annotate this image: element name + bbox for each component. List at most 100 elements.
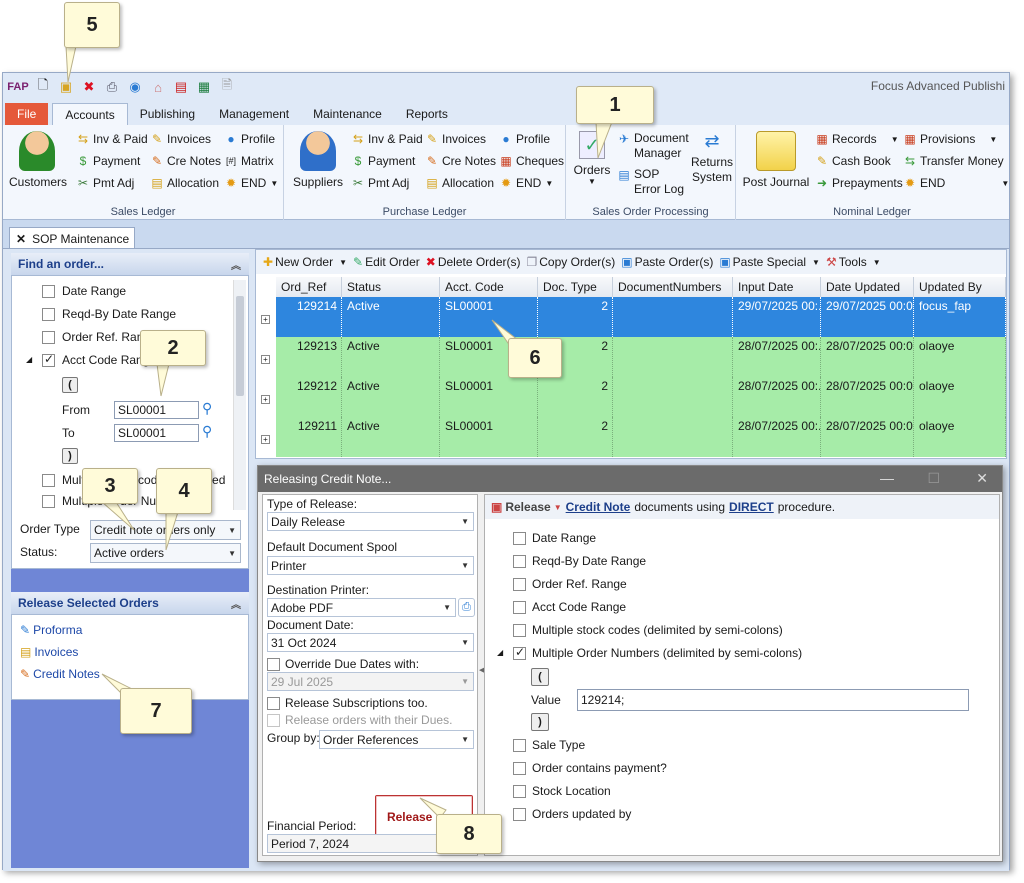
provisions-button[interactable]: ▦ Provisions ▼	[902, 131, 997, 147]
paste-orders-button[interactable]: ▣ Paste Order(s)	[618, 255, 716, 269]
edit-order-button[interactable]: ✎ Edit Order	[350, 255, 423, 269]
col-date-updated[interactable]: Date Updated	[821, 277, 914, 297]
note-icon[interactable]: 🗎	[217, 77, 237, 97]
transfer-money-button[interactable]: ⇆ Transfer Money	[902, 153, 1004, 169]
sl-matrix-button[interactable]: [#] Matrix	[223, 153, 274, 169]
sl-profile-button[interactable]: ● Profile	[223, 131, 275, 147]
destination-printer-select[interactable]: Adobe PDF ▼	[267, 598, 456, 617]
sl-invoices-button[interactable]: ✎ Invoices	[149, 131, 211, 147]
tab-publishing[interactable]: Publishing	[128, 103, 207, 125]
open-paren-button[interactable]: (	[531, 668, 549, 686]
pl-allocation-button[interactable]: ▤ Allocation	[424, 175, 494, 191]
checkbox[interactable]	[513, 554, 526, 568]
expand-arrow-icon[interactable]: ◢	[26, 355, 32, 364]
pl-pmt-adj-button[interactable]: ✂ Pmt Adj	[350, 175, 409, 191]
sl-inv-paid-button[interactable]: ⇆ Inv & Paid	[75, 131, 148, 147]
checkbox[interactable]	[42, 284, 55, 298]
checkbox[interactable]	[513, 807, 526, 821]
col-acct-code[interactable]: Acct. Code	[440, 277, 538, 297]
returns-system-button[interactable]: ⇄ Returns System	[690, 131, 734, 185]
new-doc-icon[interactable]: 🗋	[33, 77, 53, 97]
sl-payment-button[interactable]: $ Payment	[75, 153, 141, 169]
criteria-acct-code[interactable]: Acct Code Range	[513, 600, 626, 614]
proforma-link[interactable]: ✎ Proforma	[20, 623, 82, 637]
col-input-date[interactable]: Input Date	[733, 277, 821, 297]
sl-pmt-adj-button[interactable]: ✂ Pmt Adj	[75, 175, 134, 191]
criteria-sale-type[interactable]: Sale Type	[513, 738, 585, 752]
checkbox[interactable]	[42, 330, 55, 344]
release-subscriptions-checkbox[interactable]: Release Subscriptions too.	[267, 696, 428, 710]
document-manager-button[interactable]: ✈ Document Manager	[616, 131, 690, 161]
tab-management[interactable]: Management	[207, 103, 301, 125]
printer-settings-icon[interactable]: ⎙	[458, 598, 475, 617]
col-document-numbers[interactable]: DocumentNumbers	[613, 277, 733, 297]
filter-acct-code[interactable]: Acct Code Range	[42, 352, 156, 367]
document-spool-select[interactable]: Printer ▼	[267, 556, 474, 575]
from-search-icon[interactable]: ⚲	[202, 400, 212, 417]
tab-reports[interactable]: Reports	[394, 103, 460, 125]
tab-accounts[interactable]: Accounts	[52, 103, 128, 125]
criteria-updated-by[interactable]: Orders updated by	[513, 807, 631, 821]
pdf-icon[interactable]: ▤	[171, 77, 191, 97]
checkbox[interactable]	[513, 761, 526, 775]
from-input[interactable]: SL00001	[114, 401, 199, 419]
close-paren-button[interactable]: )	[62, 448, 78, 464]
criteria-order-ref[interactable]: Order Ref. Range	[513, 577, 627, 591]
checkbox[interactable]	[42, 307, 55, 321]
customers-button[interactable]: Customers	[9, 131, 67, 189]
order-numbers-input[interactable]: 129214;	[577, 689, 969, 711]
new-order-button[interactable]: ✚ New Order ▼	[260, 255, 350, 269]
cancel-icon[interactable]: ✖	[79, 77, 99, 97]
sl-cre-notes-button[interactable]: ✎ Cre Notes	[149, 153, 221, 169]
prepayments-button[interactable]: ➜ Prepayments	[814, 175, 903, 191]
to-search-icon[interactable]: ⚲	[202, 423, 212, 440]
direct-link[interactable]: DIRECT	[729, 500, 774, 514]
find-order-header[interactable]: Find an order... ︽	[11, 253, 249, 275]
pl-end-button[interactable]: ✹ END ▼	[498, 175, 553, 191]
to-input[interactable]: SL00001	[114, 424, 199, 442]
override-due-dates-checkbox[interactable]: Override Due Dates with:	[267, 657, 419, 671]
type-of-release-select[interactable]: Daily Release ▼	[267, 512, 474, 531]
checkbox[interactable]	[513, 738, 526, 752]
release-menu[interactable]: ▣ Release ▼	[491, 500, 562, 514]
nl-end-button[interactable]: ✹ END ▼	[902, 175, 1009, 191]
col-updated-by[interactable]: Updated By	[914, 277, 1006, 297]
cash-book-button[interactable]: ✎ Cash Book	[814, 153, 891, 169]
checkbox-checked[interactable]	[42, 352, 55, 367]
find-scrollbar[interactable]	[233, 280, 246, 510]
collapse-chevron-icon[interactable]: ︽	[231, 257, 241, 272]
pl-inv-paid-button[interactable]: ⇆ Inv & Paid	[350, 131, 423, 147]
close-icon[interactable]: ✕	[976, 470, 988, 487]
criteria-multiple-orders[interactable]: Multiple Order Numbers (delimited by sem…	[513, 645, 802, 660]
suppliers-button[interactable]: Suppliers	[290, 131, 346, 189]
table-row[interactable]: 129212 Active SL00001 2 28/07/2025 00:..…	[276, 377, 1006, 417]
excel-icon[interactable]: ▦	[194, 77, 214, 97]
credit-note-link[interactable]: Credit Note	[566, 500, 631, 514]
collapse-chevron-icon[interactable]: ︽	[231, 596, 241, 611]
criteria-multiple-stock[interactable]: Multiple stock codes (delimited by semi-…	[513, 623, 783, 637]
document-date-picker[interactable]: 31 Oct 2024 ▼	[267, 633, 474, 652]
filter-reqd-by-date[interactable]: Reqd-By Date Range	[42, 307, 176, 321]
maximize-icon[interactable]: ☐	[927, 470, 940, 487]
pl-cre-notes-button[interactable]: ✎ Cre Notes	[424, 153, 496, 169]
pl-cheques-button[interactable]: ▦ Cheques	[498, 153, 564, 169]
expand-row-icon[interactable]: +	[261, 435, 270, 444]
close-tab-icon[interactable]: ✕	[16, 232, 26, 246]
tools-button[interactable]: ⚒ Tools ▼	[823, 255, 884, 269]
globe-icon[interactable]: ◉	[125, 77, 145, 97]
open-paren-button[interactable]: (	[62, 377, 78, 393]
checkbox-checked[interactable]	[513, 645, 526, 660]
pl-invoices-button[interactable]: ✎ Invoices	[424, 131, 486, 147]
pl-payment-button[interactable]: $ Payment	[350, 153, 416, 169]
col-doc-type[interactable]: Doc. Type	[538, 277, 613, 297]
table-row[interactable]: 129214 Active SL00001 2 29/07/2025 00:..…	[276, 297, 1006, 337]
checkbox[interactable]	[513, 623, 526, 637]
sl-end-button[interactable]: ✹ END ▼	[223, 175, 278, 191]
expand-row-icon[interactable]: +	[261, 355, 270, 364]
paste-special-button[interactable]: ▣ Paste Special ▼	[716, 255, 823, 269]
checkbox[interactable]	[513, 531, 526, 545]
minimize-icon[interactable]: —	[880, 470, 894, 486]
home-icon[interactable]: ⌂	[148, 77, 168, 97]
checkbox[interactable]	[42, 473, 55, 487]
group-by-select[interactable]: Order References ▼	[319, 730, 474, 749]
